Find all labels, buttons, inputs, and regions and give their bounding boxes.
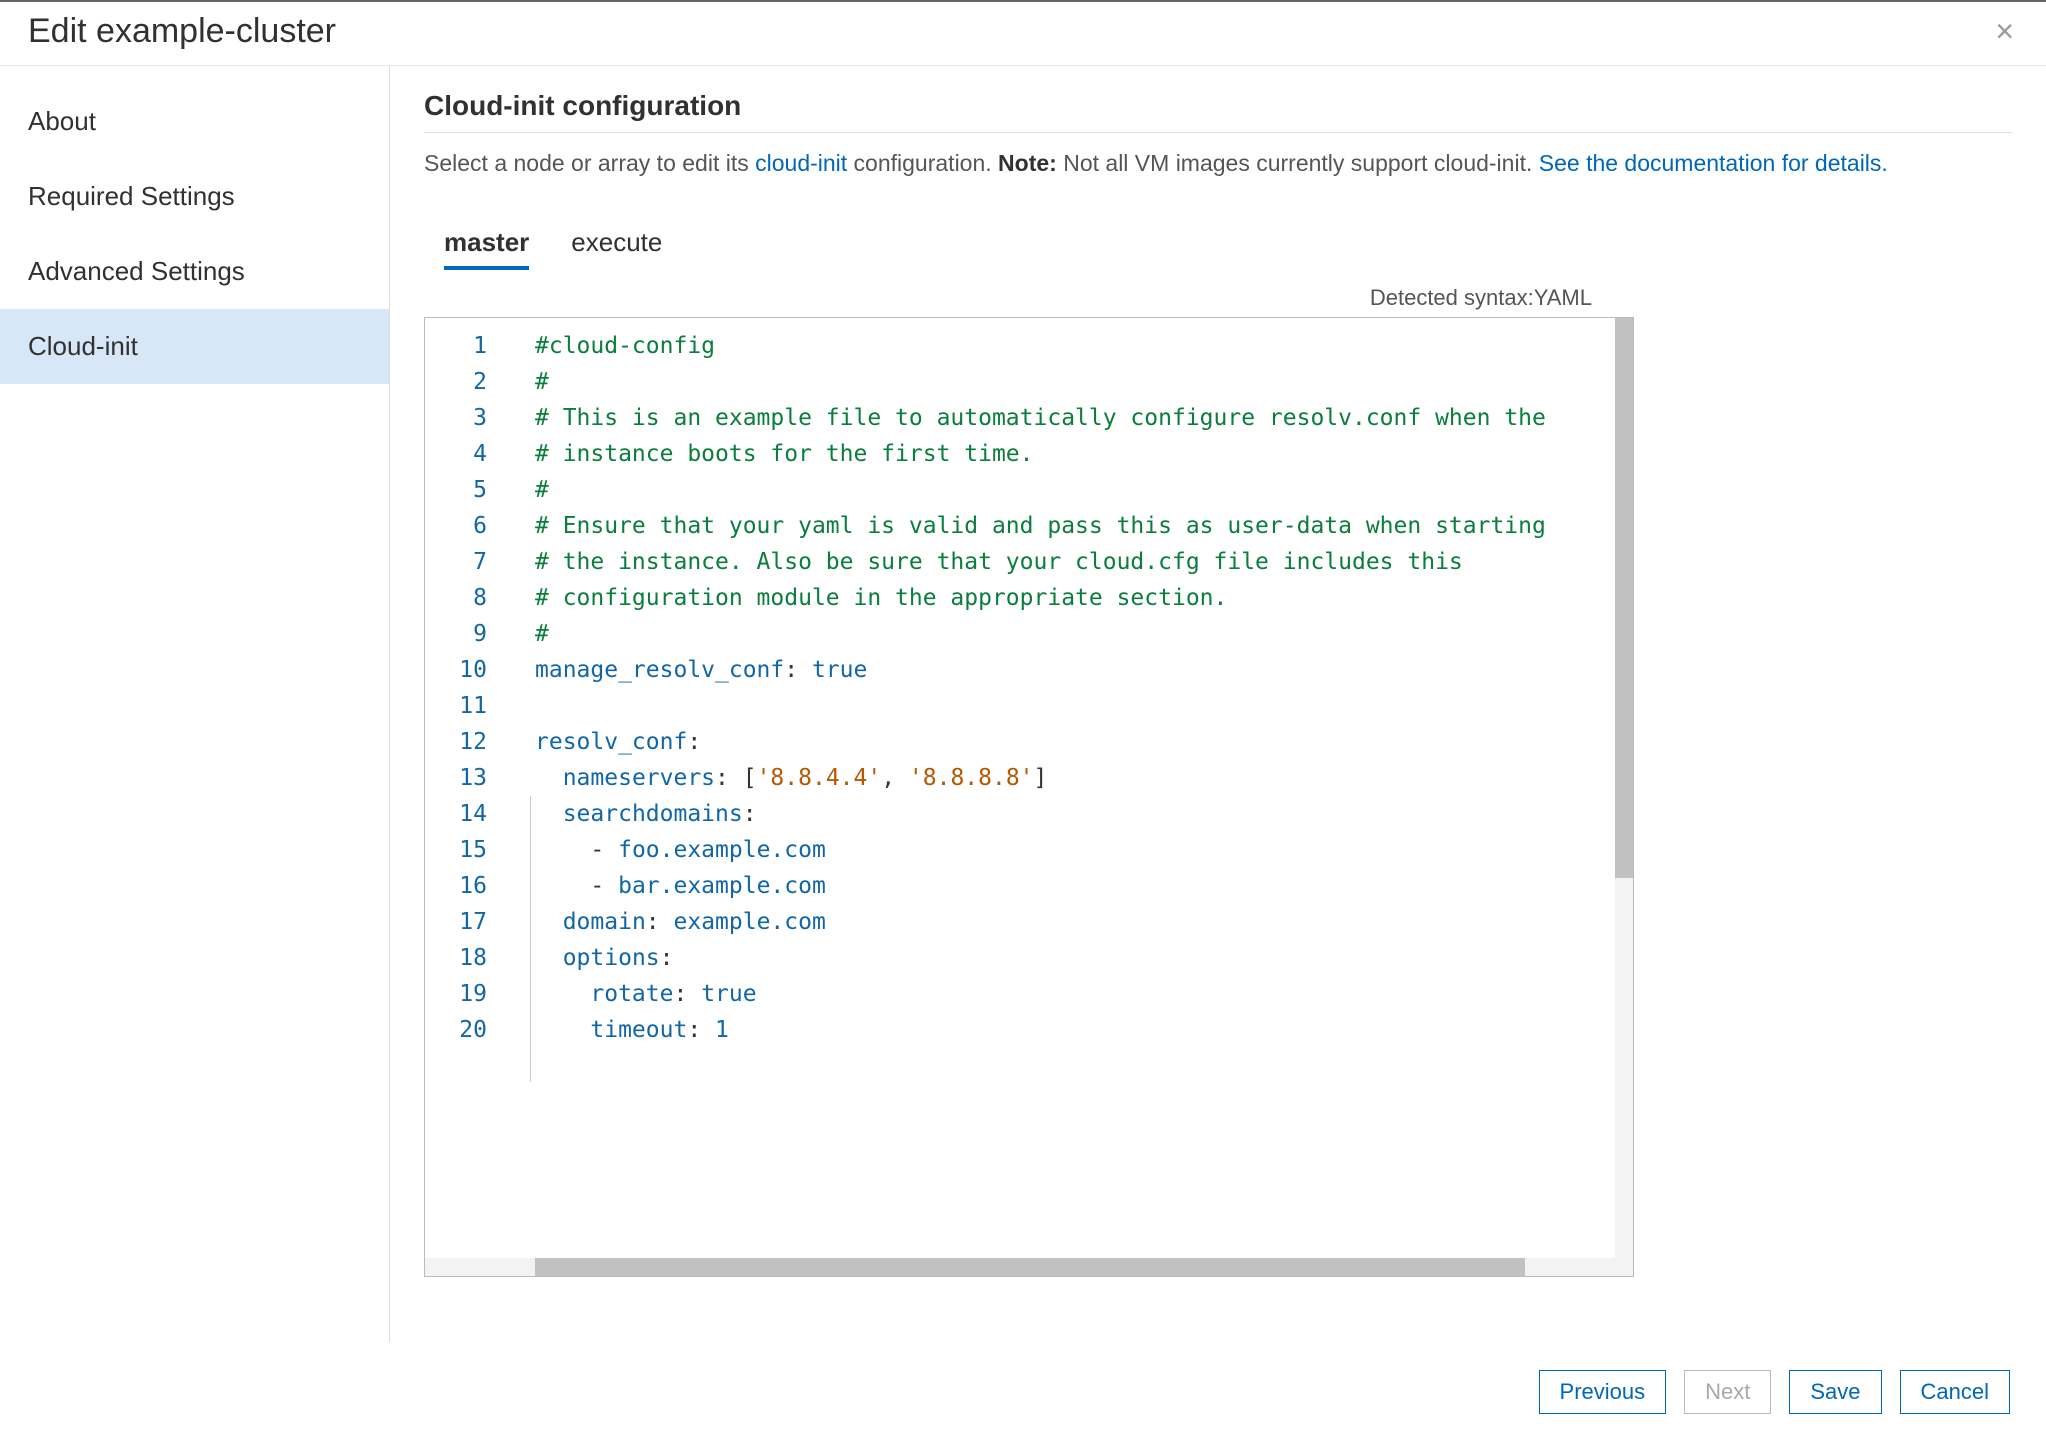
page-title: Edit example-cluster bbox=[28, 12, 336, 51]
section-description: Select a node or array to edit its cloud… bbox=[424, 147, 2012, 179]
code-area[interactable]: #cloud-config## This is an example file … bbox=[535, 318, 1615, 1048]
code-line[interactable]: # instance boots for the first time. bbox=[535, 436, 1615, 472]
section-title: Cloud-init configuration bbox=[424, 90, 2012, 132]
code-line[interactable]: # bbox=[535, 616, 1615, 652]
sidebar-item-advanced-settings[interactable]: Advanced Settings bbox=[0, 234, 389, 309]
next-button: Next bbox=[1684, 1370, 1771, 1414]
sidebar-item-required-settings[interactable]: Required Settings bbox=[0, 159, 389, 234]
code-line[interactable]: # configuration module in the appropriat… bbox=[535, 580, 1615, 616]
sidebar-item-about[interactable]: About bbox=[0, 84, 389, 159]
code-line[interactable]: # Ensure that your yaml is valid and pas… bbox=[535, 508, 1615, 544]
vertical-scroll-thumb[interactable] bbox=[1615, 318, 1633, 878]
code-line[interactable]: # This is an example file to automatical… bbox=[535, 400, 1615, 436]
code-line[interactable]: #cloud-config bbox=[535, 328, 1615, 364]
line-number: 16 bbox=[425, 868, 505, 904]
code-line[interactable] bbox=[535, 688, 1615, 724]
indent-guide bbox=[530, 796, 531, 1082]
code-line[interactable]: - bar.example.com bbox=[535, 868, 1615, 904]
line-number: 1 bbox=[425, 328, 505, 364]
sidebar-item-cloud-init[interactable]: Cloud-init bbox=[0, 309, 389, 384]
vertical-scrollbar[interactable] bbox=[1615, 318, 1633, 1276]
line-number: 18 bbox=[425, 940, 505, 976]
syntax-value: YAML bbox=[1534, 285, 1592, 311]
line-number: 20 bbox=[425, 1012, 505, 1048]
footer: Previous Next Save Cancel bbox=[0, 1342, 2046, 1442]
desc-pre: Select a node or array to edit its bbox=[424, 150, 755, 176]
syntax-row: Detected syntax: YAML bbox=[424, 285, 2012, 311]
documentation-link[interactable]: See the documentation for details. bbox=[1539, 150, 1888, 176]
code-line[interactable]: domain: example.com bbox=[535, 904, 1615, 940]
line-number-gutter: 1234567891011121314151617181920 bbox=[425, 318, 505, 1048]
close-icon[interactable]: × bbox=[1987, 13, 2022, 50]
line-number: 4 bbox=[425, 436, 505, 472]
code-line[interactable]: - foo.example.com bbox=[535, 832, 1615, 868]
tab-master[interactable]: master bbox=[444, 219, 529, 270]
note-text: Not all VM images currently support clou… bbox=[1057, 150, 1539, 176]
main-panel: Cloud-init configuration Select a node o… bbox=[390, 66, 2046, 1342]
line-number: 7 bbox=[425, 544, 505, 580]
cloud-init-link[interactable]: cloud-init bbox=[755, 150, 847, 176]
desc-mid: configuration. bbox=[847, 150, 998, 176]
line-number: 13 bbox=[425, 760, 505, 796]
line-number: 3 bbox=[425, 400, 505, 436]
cancel-button[interactable]: Cancel bbox=[1900, 1370, 2010, 1414]
editor-viewport: 1234567891011121314151617181920 #cloud-c… bbox=[425, 318, 1615, 1258]
line-number: 15 bbox=[425, 832, 505, 868]
line-number: 14 bbox=[425, 796, 505, 832]
horizontal-scroll-thumb[interactable] bbox=[535, 1258, 1525, 1276]
line-number: 19 bbox=[425, 976, 505, 1012]
tab-execute[interactable]: execute bbox=[571, 219, 662, 270]
line-number: 8 bbox=[425, 580, 505, 616]
code-line[interactable]: timeout: 1 bbox=[535, 1012, 1615, 1048]
note-label: Note: bbox=[998, 150, 1057, 176]
header: Edit example-cluster × bbox=[0, 2, 2046, 66]
line-number: 10 bbox=[425, 652, 505, 688]
app-root: Edit example-cluster × About Required Se… bbox=[0, 0, 2046, 1442]
save-button[interactable]: Save bbox=[1789, 1370, 1881, 1414]
code-line[interactable]: options: bbox=[535, 940, 1615, 976]
line-number: 9 bbox=[425, 616, 505, 652]
line-number: 11 bbox=[425, 688, 505, 724]
line-number: 2 bbox=[425, 364, 505, 400]
line-number: 6 bbox=[425, 508, 505, 544]
line-number: 17 bbox=[425, 904, 505, 940]
code-editor[interactable]: 1234567891011121314151617181920 #cloud-c… bbox=[424, 317, 1634, 1277]
syntax-label: Detected syntax: bbox=[1370, 285, 1534, 311]
code-line[interactable]: nameservers: ['8.8.4.4', '8.8.8.8'] bbox=[535, 760, 1615, 796]
line-number: 12 bbox=[425, 724, 505, 760]
section-rule bbox=[424, 132, 2012, 133]
line-number: 5 bbox=[425, 472, 505, 508]
code-line[interactable]: # bbox=[535, 364, 1615, 400]
tabs: master execute bbox=[424, 219, 2012, 271]
sidebar: About Required Settings Advanced Setting… bbox=[0, 66, 390, 1342]
body: About Required Settings Advanced Setting… bbox=[0, 66, 2046, 1342]
code-line[interactable]: # bbox=[535, 472, 1615, 508]
code-line[interactable]: searchdomains: bbox=[535, 796, 1615, 832]
code-line[interactable]: rotate: true bbox=[535, 976, 1615, 1012]
code-line[interactable]: resolv_conf: bbox=[535, 724, 1615, 760]
previous-button[interactable]: Previous bbox=[1539, 1370, 1667, 1414]
code-line[interactable]: # the instance. Also be sure that your c… bbox=[535, 544, 1615, 580]
code-line[interactable]: manage_resolv_conf: true bbox=[535, 652, 1615, 688]
horizontal-scrollbar[interactable] bbox=[425, 1258, 1615, 1276]
